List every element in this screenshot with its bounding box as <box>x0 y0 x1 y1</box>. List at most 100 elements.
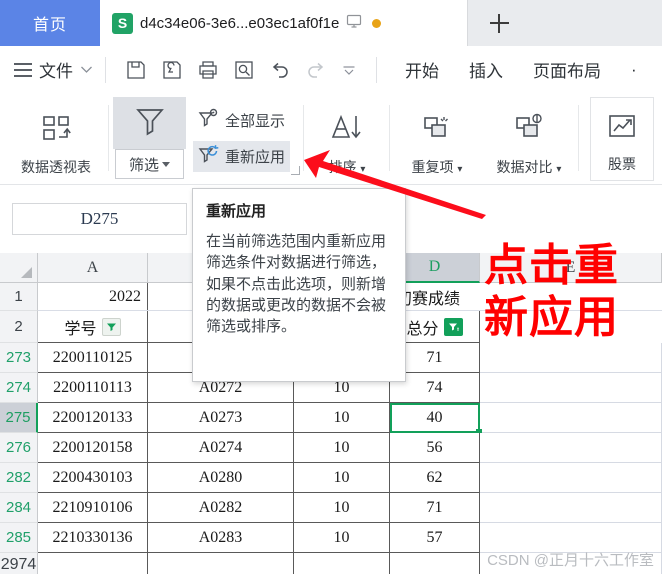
cell-b285[interactable]: A0283 <box>148 523 294 553</box>
show-all-label: 全部显示 <box>225 113 286 130</box>
cell-c282[interactable]: 10 <box>294 463 390 493</box>
cell-a285[interactable]: 2210330136 <box>38 523 148 553</box>
row-header-276[interactable]: 276 <box>0 433 38 463</box>
cell-b2974[interactable] <box>148 553 294 574</box>
row-header-1[interactable]: 1 <box>0 283 38 311</box>
tab-start[interactable]: 开始 <box>405 57 439 82</box>
cell-e275[interactable] <box>480 403 662 433</box>
new-tab-button[interactable] <box>468 0 530 46</box>
tabbar-empty-area <box>530 0 662 46</box>
tab-page-layout[interactable]: 页面布局 <box>533 57 601 82</box>
quick-access-more-icon[interactable] <box>341 62 357 78</box>
filter-dropdown-button[interactable]: 筛选 <box>115 149 184 179</box>
print-icon[interactable] <box>197 59 219 81</box>
cell-e274[interactable] <box>480 373 662 403</box>
cell-a276[interactable]: 2200120158 <box>38 433 148 463</box>
print-preview-icon[interactable] <box>233 59 255 81</box>
cell-d275[interactable]: 40 <box>390 403 480 433</box>
cell-d282[interactable]: 62 <box>390 463 480 493</box>
cell-a282[interactable]: 2200430103 <box>38 463 148 493</box>
chevron-down-icon[interactable] <box>80 63 93 77</box>
select-all-corner[interactable] <box>0 253 38 283</box>
filter-group: 筛选 <box>113 97 186 181</box>
plus-icon-vertical <box>498 13 500 33</box>
row-header-284[interactable]: 284 <box>0 493 38 523</box>
row-header-2[interactable]: 2 <box>0 311 38 343</box>
annotation-text-line2: 新应用 <box>484 292 619 343</box>
cell-d284[interactable]: 71 <box>390 493 480 523</box>
cell-b284[interactable]: A0282 <box>148 493 294 523</box>
column-header-a[interactable]: A <box>38 253 148 283</box>
menu-divider <box>105 56 106 83</box>
filter-active-icon-d[interactable] <box>443 317 463 336</box>
save-icon[interactable] <box>125 59 147 81</box>
cell-c284[interactable]: 10 <box>294 493 390 523</box>
save-as-icon[interactable] <box>161 59 183 81</box>
row-header-2974[interactable]: 2974 <box>0 553 38 574</box>
funnel-reapply-icon <box>198 144 219 169</box>
undo-icon[interactable] <box>269 59 291 81</box>
ribbon-group-divider-4 <box>578 105 579 171</box>
unsaved-indicator-dot <box>372 18 382 28</box>
tooltip-body: 在当前筛选范围内重新应用筛选条件对数据进行筛选，如果不点击此选项，则新增的数据或… <box>206 233 387 336</box>
cell-e282[interactable] <box>480 463 662 493</box>
cell-a275[interactable]: 2200120133 <box>38 403 148 433</box>
filter-icon-button[interactable] <box>113 97 186 149</box>
reapply-label: 重新应用 <box>225 149 286 166</box>
watermark: CSDN @正月十六工作室 <box>487 552 654 569</box>
document-tab[interactable]: S d4c34e06-3e6...e03ec1af0f1e <box>100 0 468 46</box>
spreadsheet-app-icon: S <box>112 12 133 34</box>
home-tab[interactable]: 首页 <box>0 0 100 46</box>
pivot-table-label: 数据透视表 <box>21 159 91 175</box>
cell-e284[interactable] <box>480 493 662 523</box>
menu-row: 文件 开始 插入 页面布局 · <box>0 46 662 93</box>
cell-b275[interactable]: A0273 <box>148 403 294 433</box>
cell-e273[interactable] <box>480 343 662 373</box>
title-bar: 首页 S d4c34e06-3e6...e03ec1af0f1e <box>0 0 662 46</box>
cell-e276[interactable] <box>480 433 662 463</box>
cell-b276[interactable]: A0274 <box>148 433 294 463</box>
pivot-table-button[interactable]: 数据透视表 <box>6 101 106 177</box>
row-header-274[interactable]: 274 <box>0 373 38 403</box>
tab-overflow[interactable]: · <box>631 60 639 80</box>
cell-d276[interactable]: 56 <box>390 433 480 463</box>
funnel-icon <box>133 104 167 143</box>
tab-insert[interactable]: 插入 <box>469 57 503 82</box>
reapply-button[interactable]: 重新应用 <box>193 141 291 172</box>
cell-b282[interactable]: A0280 <box>148 463 294 493</box>
stock-button[interactable]: 股票 <box>590 97 654 181</box>
cell-c275[interactable]: 10 <box>294 403 390 433</box>
name-box[interactable]: D275 <box>12 203 187 235</box>
cell-c2974[interactable] <box>294 553 390 574</box>
cell-d2974[interactable] <box>390 553 480 574</box>
row-header-285[interactable]: 285 <box>0 523 38 553</box>
red-arrow-annotation <box>304 150 486 219</box>
cell-c285[interactable]: 10 <box>294 523 390 553</box>
pivot-table-icon <box>36 110 76 153</box>
home-tab-label: 首页 <box>32 17 67 34</box>
stock-label: 股票 <box>608 156 636 172</box>
row-header-275[interactable]: 275 <box>0 403 38 433</box>
cell-a2974[interactable] <box>38 553 148 574</box>
name-box-value: D275 <box>80 209 119 228</box>
cell-c276[interactable]: 10 <box>294 433 390 463</box>
hamburger-menu-icon[interactable] <box>14 62 32 77</box>
filter-dropdown-icon-a[interactable] <box>101 317 121 336</box>
ribbon-group-divider-1 <box>108 105 109 171</box>
stock-chart-icon <box>602 107 642 150</box>
cell-a273[interactable]: 2200110125 <box>38 343 148 373</box>
file-menu-label[interactable]: 文件 <box>39 57 73 82</box>
cell-a284[interactable]: 2210910106 <box>38 493 148 523</box>
cell-a1[interactable]: 2022 <box>38 283 148 311</box>
cell-a2[interactable]: 学号 <box>38 311 148 343</box>
ribbon-tabs: 开始 插入 页面布局 · <box>405 57 639 82</box>
show-all-button[interactable]: 全部显示 <box>193 105 290 136</box>
monitor-icon <box>346 13 362 34</box>
row-header-282[interactable]: 282 <box>0 463 38 493</box>
data-compare-button[interactable]: 数据对比 ▾ <box>484 101 574 177</box>
row-header-273[interactable]: 273 <box>0 343 38 373</box>
data-compare-icon <box>509 110 549 153</box>
cell-d285[interactable]: 57 <box>390 523 480 553</box>
cell-a274[interactable]: 2200110113 <box>38 373 148 403</box>
menu-divider-2 <box>376 56 377 83</box>
